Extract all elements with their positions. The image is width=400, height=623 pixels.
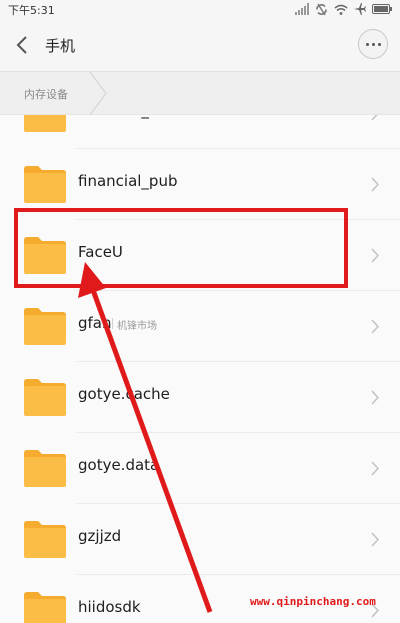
- red-arrow-annotation: [78, 262, 213, 613]
- watermark: www.qinpinchang.com: [250, 595, 376, 608]
